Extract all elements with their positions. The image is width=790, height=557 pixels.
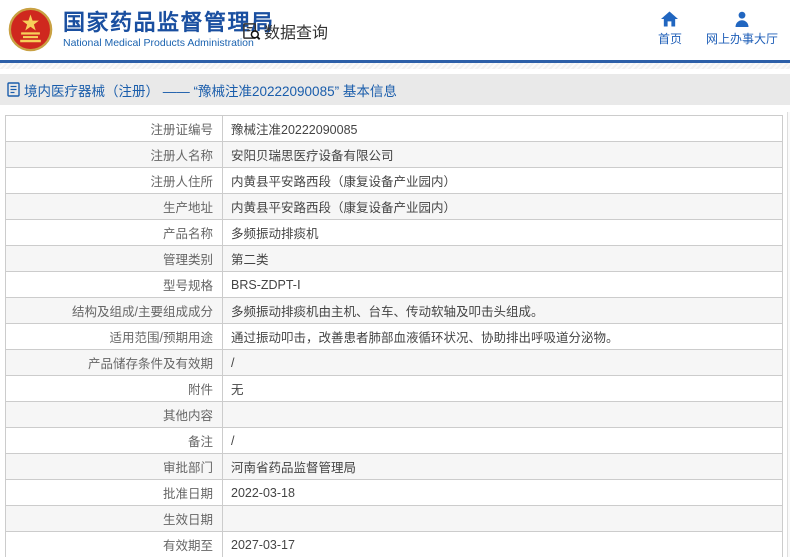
row-value: 通过振动叩击，改善患者肺部血液循环状况、协助排出呼吸道分泌物。 [222, 323, 783, 350]
table-row: 批准日期 2022-03-18 [5, 479, 783, 506]
table-row: 产品名称 多频振动排痰机 [5, 219, 783, 246]
table-row: 产品储存条件及有效期 / [5, 349, 783, 376]
row-label: 结构及组成/主要组成成分 [5, 297, 223, 324]
row-value [222, 401, 783, 428]
row-label: 附件 [5, 375, 223, 402]
row-label: 注册人名称 [5, 141, 223, 168]
document-icon [7, 82, 20, 97]
data-query-label: 数据查询 [264, 25, 329, 42]
top-nav: 首页 网上办事大厅 [658, 11, 778, 47]
nav-label-service-hall: 网上办事大厅 [705, 32, 778, 46]
row-label: 生效日期 [5, 505, 223, 532]
row-value: 河南省药品监督管理局 [222, 453, 783, 480]
row-label: 产品名称 [5, 219, 223, 246]
table-row: 有效期至 2027-03-17 [5, 531, 783, 557]
row-label: 注册证编号 [5, 115, 223, 142]
home-icon [661, 11, 679, 27]
row-value: 多频振动排痰机 [222, 219, 783, 246]
nav-label-home: 首页 [657, 32, 682, 46]
table-row: 注册人名称 安阳贝瑞思医疗设备有限公司 [5, 141, 783, 168]
page-header: 国家药品监督管理局 National Medical Products Admi… [0, 0, 790, 60]
table-row: 管理类别 第二类 [5, 245, 783, 272]
table-row: 注册人住所 内黄县平安路西段（康复设备产业园内） [5, 167, 783, 194]
row-value [222, 505, 783, 532]
row-label: 型号规格 [5, 271, 223, 298]
row-value: 2022-03-18 [222, 479, 783, 506]
table-row: 适用范围/预期用途 通过振动叩击，改善患者肺部血液循环状况、协助排出呼吸道分泌物。 [5, 323, 783, 350]
row-value: 无 [222, 375, 783, 402]
data-query-icon [243, 22, 261, 40]
row-value: / [222, 349, 783, 376]
person-icon [735, 11, 749, 27]
row-value: 多频振动排痰机由主机、台车、传动软轴及叩击头组成。 [222, 297, 783, 324]
table-row: 结构及组成/主要组成成分 多频振动排痰机由主机、台车、传动软轴及叩击头组成。 [5, 297, 783, 324]
row-label: 审批部门 [5, 453, 223, 480]
row-label: 备注 [5, 427, 223, 454]
registration-info-section: 注册证编号 豫械注准20222090085 注册人名称 安阳贝瑞思医疗设备有限公司 注册… [5, 115, 785, 557]
nav-item-home[interactable]: 首页 [658, 11, 682, 47]
nav-item-service-hall[interactable]: 网上办事大厅 [706, 11, 778, 47]
row-value: 豫械注准20222090085 [222, 115, 783, 142]
row-label: 批准日期 [5, 479, 223, 506]
row-value: 安阳贝瑞思医疗设备有限公司 [222, 141, 783, 168]
table-row: 审批部门 河南省药品监督管理局 [5, 453, 783, 480]
row-value: BRS-ZDPT-Ⅰ [222, 271, 783, 298]
row-value: 内黄县平安路西段（康复设备产业园内） [222, 167, 783, 194]
row-label: 适用范围/预期用途 [5, 323, 223, 350]
row-label: 有效期至 [5, 531, 223, 557]
row-label: 管理类别 [5, 245, 223, 272]
breadcrumb-text: 境内医疗器械（注册） —— “豫械注准20222090085” 基本信息 [24, 83, 397, 99]
row-label: 其他内容 [5, 401, 223, 428]
header-shadow [0, 63, 790, 69]
row-value: 2027-03-17 [222, 531, 783, 557]
table-row: 附件无 [5, 375, 783, 402]
row-value: 内黄县平安路西段（康复设备产业园内） [222, 193, 783, 220]
table-row: 生效日期 [5, 505, 783, 532]
breadcrumb: 境内医疗器械（注册） —— “豫械注准20222090085” 基本信息 [0, 74, 790, 105]
national-emblem-icon [8, 7, 53, 52]
row-label: 产品储存条件及有效期 [5, 349, 223, 376]
table-row: 生产地址 内黄县平安路西段（康复设备产业园内） [5, 193, 783, 220]
row-label: 注册人住所 [5, 167, 223, 194]
row-label: 生产地址 [5, 193, 223, 220]
table-row: 备注 / [5, 427, 783, 454]
registration-info-table: 注册证编号 豫械注准20222090085 注册人名称 安阳贝瑞思医疗设备有限公司 注册… [5, 115, 783, 557]
table-row: 其他内容 [5, 401, 783, 428]
table-row: 型号规格 BRS-ZDPT-Ⅰ [5, 271, 783, 298]
row-value: 第二类 [222, 245, 783, 272]
agency-logo[interactable]: 国家药品监督管理局 National Medical Products Admi… [8, 7, 275, 52]
data-query-tab[interactable]: 数据查询 [242, 19, 328, 43]
table-row: 注册证编号 豫械注准20222090085 [5, 115, 783, 142]
row-value: / [222, 427, 783, 454]
